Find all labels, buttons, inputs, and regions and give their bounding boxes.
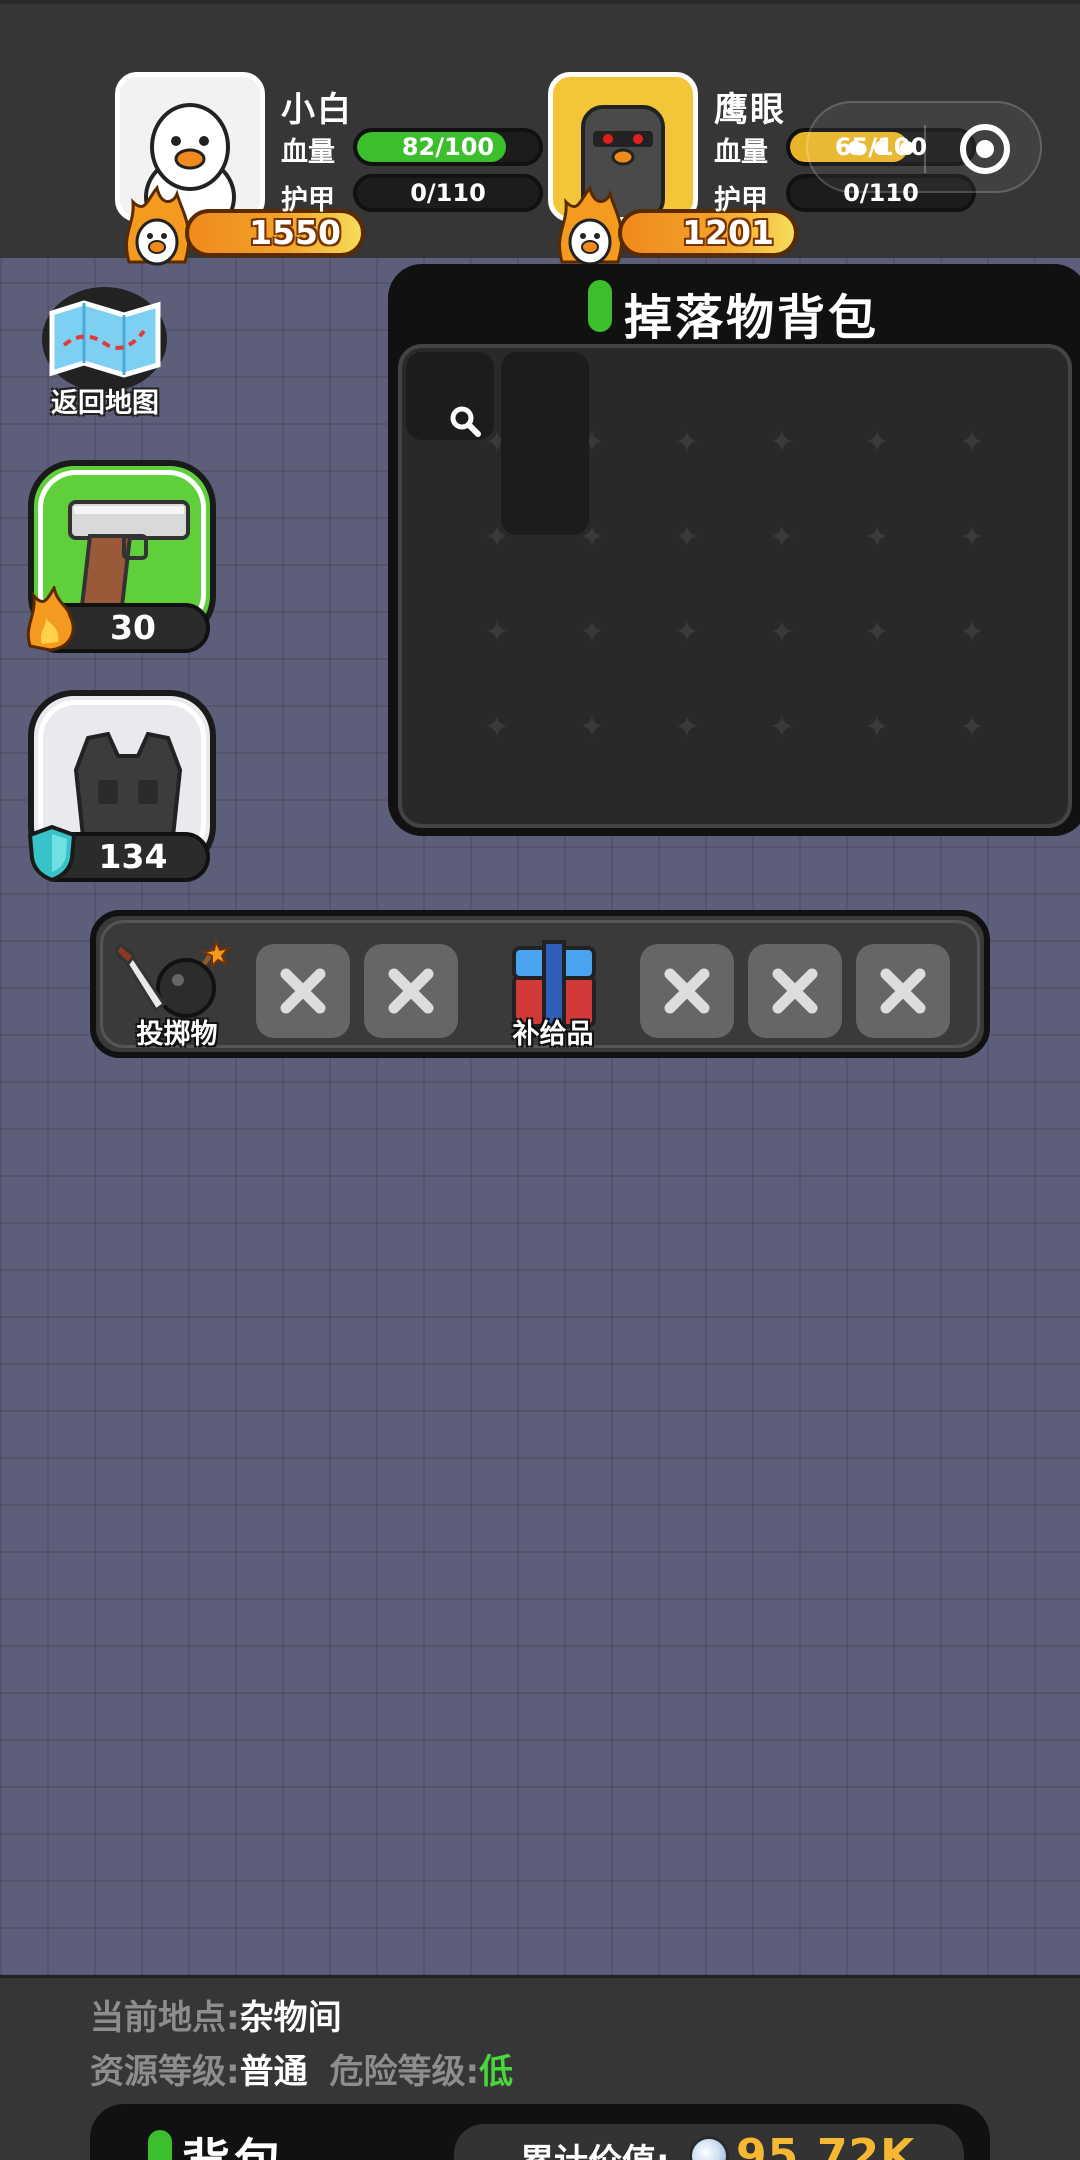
title-accent-pill (588, 280, 612, 332)
loot-backpack-panel: 掉落物背包 ✦ ✦ ✦ ✦ ✦ ✦ ✦ ✦ ✦ ✦ ✦ ✦ ✦ ✦ ✦ ✦ ✦ ✦ ✦ ✦ ✦ ✦ ✦ ✦ (388, 264, 1080, 836)
hp-value: 82/100 (401, 133, 495, 161)
supply-label: 补给品 (512, 1019, 594, 1050)
close-icon (880, 968, 926, 1014)
player-score: 1550 (185, 209, 365, 257)
grid-star-icon: ✦ (579, 615, 605, 650)
more-icon[interactable] (848, 141, 918, 157)
hp-label: 血量 (714, 137, 768, 168)
loot-title: 掉落物背包 (624, 290, 880, 346)
throwable-slot-empty-1[interactable] (256, 944, 350, 1038)
grid-star-icon: ✦ (959, 425, 985, 460)
danger-value: 低 (479, 2052, 514, 2092)
title-accent-pill (148, 2130, 172, 2160)
throwable-slot-empty-2[interactable] (364, 944, 458, 1038)
grid-star-icon: ✦ (579, 710, 605, 745)
armor-value: 0/110 (410, 179, 486, 207)
resource-value: 普通 (239, 2052, 308, 2092)
loot-slot-tall[interactable] (501, 352, 589, 535)
close-icon (388, 968, 434, 1014)
supply-slot-empty-1[interactable] (640, 944, 734, 1038)
hp-label: 血量 (281, 137, 335, 168)
player-name: 小白 (281, 90, 353, 130)
armor-label: 护甲 (281, 185, 335, 216)
grid-star-icon: ✦ (484, 615, 510, 650)
grid-star-icon: ✦ (769, 615, 795, 650)
loot-title-bar: 掉落物背包 (388, 264, 1080, 346)
grid-star-icon: ✦ (864, 425, 890, 460)
return-map-label: 返回地图 (51, 388, 159, 419)
grid-star-icon: ✦ (769, 520, 795, 555)
close-icon (664, 968, 710, 1014)
grid-star-icon: ✦ (674, 710, 700, 745)
grid-star-icon: ✦ (769, 425, 795, 460)
grid-star-icon: ✦ (674, 425, 700, 460)
danger-key: 危险等级: (329, 2052, 480, 2092)
resource-key: 资源等级: (90, 2052, 240, 2092)
total-value-label: 累计价值: (520, 2134, 670, 2160)
footer-panel: 当前地点:杂物间 资源等级:普通 危险等级:低 背包 累计价值: 95.72K (0, 1975, 1080, 2160)
close-target-icon[interactable] (960, 124, 1010, 174)
backpack-title: 背包 (182, 2122, 286, 2160)
total-value: 95.72K (736, 2130, 916, 2160)
supply-slot-empty-3[interactable] (856, 944, 950, 1038)
player-card-1[interactable]: 1550 小白 血量 82/100 护甲 0/110 (115, 66, 545, 266)
grid-star-icon: ✦ (864, 520, 890, 555)
armor-label: 护甲 (714, 185, 768, 216)
throwable-label: 投掷物 (136, 1019, 218, 1050)
consumables-bar: 投掷物 补给品 (90, 910, 990, 1058)
level-line: 资源等级:普通 危险等级:低 (90, 2044, 513, 2093)
grid-star-icon: ✦ (674, 520, 700, 555)
total-value-box: 累计价值: 95.72K (454, 2124, 964, 2160)
top-header: 1550 小白 血量 82/100 护甲 0/110 1201 鹰眼 血量 护甲… (0, 0, 1080, 266)
grid-star-icon: ✦ (959, 520, 985, 555)
grid-star-icon: ✦ (959, 710, 985, 745)
map-icon (49, 300, 161, 378)
capsule-menu (806, 101, 1042, 193)
player-name: 鹰眼 (714, 90, 786, 130)
grid-star-icon: ✦ (674, 615, 700, 650)
vest-icon (73, 731, 183, 848)
grid-star-icon: ✦ (864, 615, 890, 650)
capsule-divider (924, 125, 926, 173)
fire-icon (26, 586, 75, 652)
shield-icon (27, 824, 77, 882)
loot-grid[interactable]: ✦ ✦ ✦ ✦ ✦ ✦ ✦ ✦ ✦ ✦ ✦ ✦ ✦ ✦ ✦ ✦ ✦ ✦ ✦ ✦ ✦ ✦ ✦ ✦ (398, 344, 1072, 828)
player-score: 1201 (618, 209, 798, 257)
search-icon (450, 406, 481, 437)
location-key: 当前地点: (90, 1998, 240, 2038)
grid-star-icon: ✦ (864, 710, 890, 745)
close-icon (772, 968, 818, 1014)
hp-bar: 82/100 (353, 128, 543, 166)
flame-goose-icon (554, 184, 626, 266)
grid-star-icon: ✦ (959, 615, 985, 650)
armor-bar: 0/110 (353, 174, 543, 212)
location-value: 杂物间 (239, 1998, 342, 2038)
flame-goose-icon (121, 184, 193, 266)
return-map-button[interactable]: 返回地图 (30, 285, 180, 420)
backpack-header[interactable]: 背包 累计价值: 95.72K (90, 2104, 990, 2160)
grid-star-icon: ✦ (484, 710, 510, 745)
coin-icon (689, 2136, 729, 2160)
pistol-icon (68, 500, 190, 608)
supply-slot-empty-2[interactable] (748, 944, 842, 1038)
close-icon (280, 968, 326, 1014)
location-line: 当前地点:杂物间 (90, 1990, 342, 2039)
grid-star-icon: ✦ (769, 710, 795, 745)
